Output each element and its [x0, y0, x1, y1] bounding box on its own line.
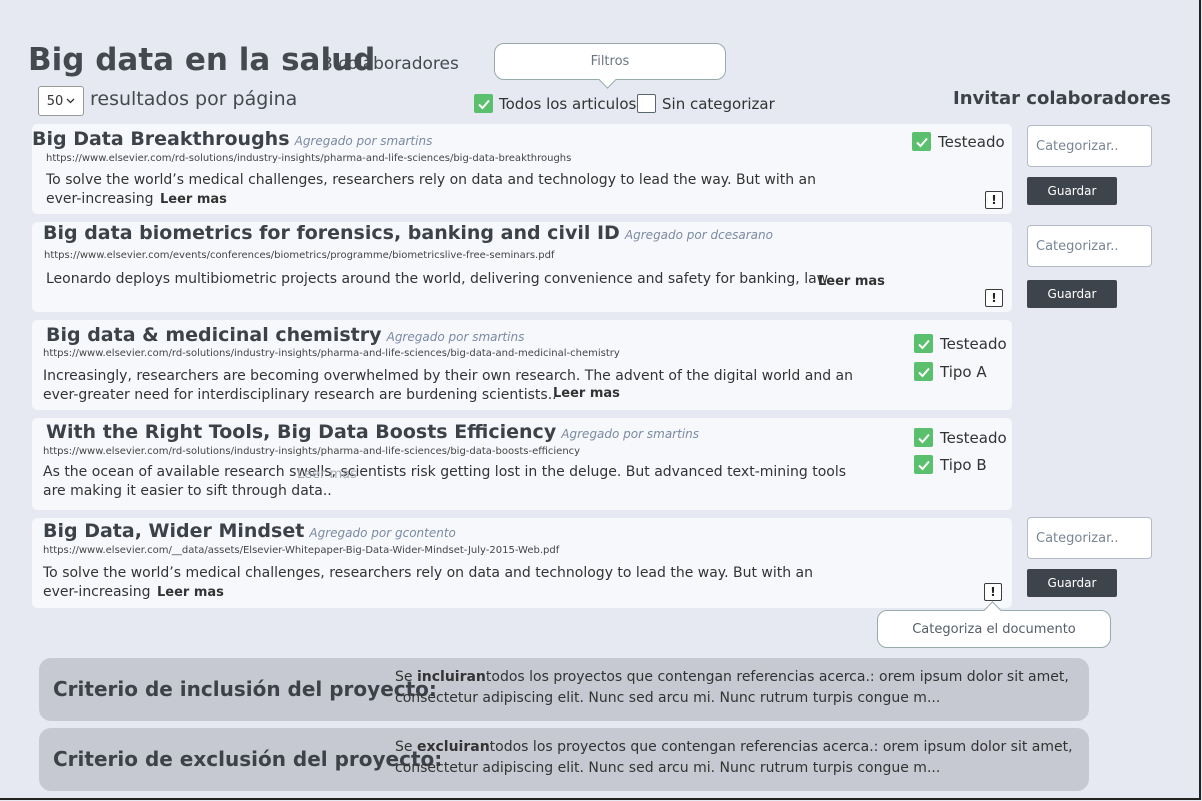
exclusion-criteria-text: Se excluirantodos los proyectos que cont… [395, 737, 1075, 779]
result-url[interactable]: https://www.elsevier.com/events/conferen… [44, 250, 554, 261]
result-url[interactable]: https://www.elsevier.com/__data/assets/E… [43, 545, 559, 556]
result-description-line1: Leonardo deploys multibiometric projects… [46, 271, 829, 287]
result-title[interactable]: Big data & medicinal chemistry [46, 324, 382, 346]
filter-uncategorized[interactable]: Sin categorizar [637, 94, 775, 113]
filter-uncategorized-label: Sin categorizar [662, 94, 775, 113]
result-url[interactable]: https://www.elsevier.com/rd-solutions/in… [46, 153, 571, 164]
result-description-line2: ever-increasing [46, 191, 154, 207]
result-card: Big data & medicinal chemistry Agregado … [32, 320, 1012, 410]
inclusion-criteria-panel: Criterio de inclusión del proyecto: Se i… [39, 658, 1089, 721]
result-description-line2: ever-increasing [43, 584, 151, 600]
invite-collaborators-link[interactable]: Invitar colaboradores [953, 88, 1171, 109]
categorize-placeholder: Categorizar.. [1036, 530, 1119, 546]
result-card: Big Data Breakthroughs Agregado por smar… [32, 124, 1012, 214]
inclusion-keyword: incluiran [416, 669, 486, 685]
inclusion-criteria-text: Se incluirantodos los proyectos que cont… [395, 667, 1075, 709]
result-card: With the Right Tools, Big Data Boosts Ef… [32, 418, 1012, 510]
filter-all-articles[interactable]: Todos los articulos [474, 94, 636, 113]
result-description-line1: To solve the world’s medical challenges,… [43, 565, 814, 581]
categorize-input[interactable]: Categorizar.. [1027, 125, 1152, 167]
result-added-by: Agregado por smartins [561, 427, 700, 441]
filter-all-articles-label: Todos los articulos [499, 94, 637, 113]
tag-testeado[interactable]: Testeado [914, 428, 1007, 447]
exclusion-criteria-label: Criterio de exclusión del proyecto: [53, 747, 443, 771]
tag-tipo-a[interactable]: Tipo A [914, 362, 987, 381]
inclusion-lead: Se [395, 669, 417, 685]
tag-label: Testeado [940, 334, 1007, 353]
exclusion-body: todos los proyectos que contengan refere… [395, 739, 1073, 776]
tag-testeado[interactable]: Testeado [914, 334, 1007, 353]
read-more-link[interactable]: Leer mas [818, 272, 885, 291]
checkbox-checked-icon[interactable] [474, 94, 493, 113]
result-added-by: Agregado por gcontento [309, 526, 456, 540]
filters-bubble[interactable]: Filtros [494, 43, 726, 80]
inclusion-criteria-label: Criterio de inclusión del proyecto: [53, 677, 437, 701]
read-more-link[interactable]: Leer mas [553, 384, 620, 403]
result-title[interactable]: Big Data Breakthroughs [32, 128, 290, 150]
tag-label: Tipo A [940, 362, 987, 381]
result-description-line2: are making it easier to sift through dat… [43, 483, 332, 499]
tag-label: Testeado [940, 428, 1007, 447]
result-description-line2: ever-greater need for interdisciplinary … [43, 387, 557, 403]
result-description-line1: Increasingly, researchers are becoming o… [43, 368, 853, 384]
per-page-select[interactable]: 50 [38, 86, 84, 116]
result-url[interactable]: https://www.elsevier.com/rd-solutions/in… [43, 446, 580, 457]
result-added-by: Agregado por smartins [294, 134, 433, 148]
categorize-tooltip: Categoriza el documento [877, 610, 1111, 648]
checkbox-checked-icon[interactable] [912, 132, 931, 151]
alert-icon[interactable]: ! [985, 191, 1003, 209]
save-button[interactable]: Guardar [1027, 569, 1117, 597]
result-added-by: Agregado por smartins [386, 330, 525, 344]
checkbox-checked-icon[interactable] [914, 428, 933, 447]
tooltip-text: Categoriza el documento [912, 621, 1076, 637]
read-more-link[interactable]: Leer mas [157, 583, 224, 602]
checkbox-checked-icon[interactable] [914, 334, 933, 353]
tag-testeado[interactable]: Testeado [912, 132, 1005, 151]
tag-tipo-b[interactable]: Tipo B [914, 455, 987, 474]
collaborators-count[interactable]: 3 colaboradores [322, 54, 459, 74]
filters-label: Filtros [590, 54, 630, 69]
tag-label: Tipo B [940, 455, 987, 474]
exclusion-criteria-panel: Criterio de exclusión del proyecto: Se e… [39, 728, 1089, 791]
save-button[interactable]: Guardar [1027, 177, 1117, 205]
result-title[interactable]: Big data biometrics for forensics, banki… [43, 222, 620, 244]
categorize-input[interactable]: Categorizar.. [1027, 225, 1152, 267]
result-description-line1: To solve the world’s medical challenges,… [46, 172, 817, 188]
tag-label: Testeado [938, 132, 1005, 151]
exclusion-keyword: excluiran [416, 739, 490, 755]
checkbox-checked-icon[interactable] [914, 362, 933, 381]
checkbox-unchecked-icon[interactable] [637, 94, 656, 113]
chevron-down-icon [66, 98, 75, 104]
exclusion-lead: Se [395, 739, 417, 755]
result-url[interactable]: https://www.elsevier.com/rd-solutions/in… [43, 348, 620, 359]
categorize-placeholder: Categorizar.. [1036, 238, 1119, 254]
result-added-by: Agregado por dcesarano [624, 228, 773, 242]
alert-icon[interactable]: ! [985, 289, 1003, 307]
alert-icon[interactable]: ! [984, 583, 1002, 601]
per-page-label: resultados por página [90, 88, 298, 110]
categorize-input[interactable]: Categorizar.. [1027, 517, 1152, 559]
per-page-value: 50 [46, 93, 64, 109]
result-description-line1: As the ocean of available research swell… [43, 464, 847, 480]
inclusion-body: todos los proyectos que contengan refere… [395, 669, 1069, 706]
read-more-link[interactable]: Leer mas [160, 190, 227, 209]
categorize-placeholder: Categorizar.. [1036, 138, 1119, 154]
result-card: Big data biometrics for forensics, banki… [32, 222, 1012, 312]
result-title[interactable]: With the Right Tools, Big Data Boosts Ef… [46, 421, 556, 443]
save-button[interactable]: Guardar [1027, 280, 1117, 308]
checkbox-checked-icon[interactable] [914, 455, 933, 474]
result-title[interactable]: Big Data, Wider Mindset [43, 520, 304, 542]
read-more-link[interactable]: Leer mas [297, 465, 357, 484]
result-card: Big Data, Wider Mindset Agregado por gco… [32, 518, 1012, 608]
